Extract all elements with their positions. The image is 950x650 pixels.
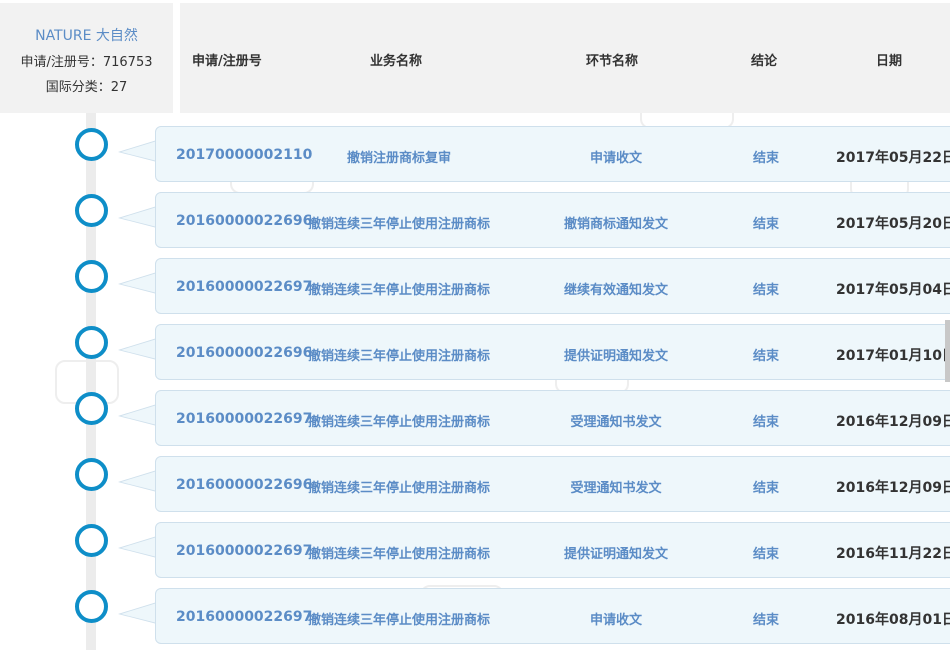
scrollbar-thumb[interactable] (945, 320, 950, 382)
record-step: 受理通知书发文 (570, 415, 662, 430)
record-step: 申请收文 (589, 613, 642, 628)
timeline-node-icon (75, 524, 108, 557)
table-header: 申请/注册号 业务名称 环节名称 结论 日期 (180, 3, 950, 113)
record-step: 撤销商标通知发文 (563, 217, 668, 232)
record-reg-number: 20160000022697 (176, 609, 313, 625)
record-step: 继续有效通知发文 (563, 283, 668, 298)
record-card[interactable]: 20160000022696 撤销连续三年停止使用注册商标 受理通知书发文 结束… (155, 456, 950, 512)
brand-name: NATURE 大自然 (35, 28, 138, 44)
column-header-date: 日期 (876, 54, 903, 69)
record-reg-number: 20160000022697 (176, 279, 313, 295)
record-result: 结束 (752, 151, 779, 166)
trademark-info-panel: NATURE 大自然 申请/注册号：716753 国际分类：27 (0, 3, 173, 113)
record-card[interactable]: 20160000022697 撤销连续三年停止使用注册商标 提供证明通知发文 结… (155, 522, 950, 578)
timeline-row: 20160000022697 撤销连续三年停止使用注册商标 申请收文 结束 20… (0, 588, 950, 644)
record-date: 2016年11月22日 (836, 546, 950, 562)
record-card[interactable]: 20160000022696 撤销连续三年停止使用注册商标 提供证明通知发文 结… (155, 324, 950, 380)
timeline-node-icon (75, 194, 108, 227)
timeline-row: 20160000022696 撤销连续三年停止使用注册商标 受理通知书发文 结束… (0, 456, 950, 512)
timeline-node-icon (75, 590, 108, 623)
timeline-row: 20160000022697 撤销连续三年停止使用注册商标 受理通知书发文 结束… (0, 390, 950, 446)
record-business: 撤销连续三年停止使用注册商标 (307, 283, 490, 298)
record-step: 提供证明通知发文 (563, 547, 668, 562)
timeline-row: 20160000022697 撤销连续三年停止使用注册商标 继续有效通知发文 结… (0, 258, 950, 314)
record-date: 2017年05月22日 (836, 150, 950, 166)
record-business: 撤销连续三年停止使用注册商标 (307, 217, 490, 232)
record-result: 结束 (752, 217, 779, 232)
column-header-step: 环节名称 (586, 54, 639, 69)
record-date: 2016年12月09日 (836, 414, 950, 430)
timeline-row: 20170000002110 撤销注册商标复审 申请收文 结束 2017年05月… (0, 126, 950, 182)
record-business: 撤销连续三年停止使用注册商标 (307, 415, 490, 430)
record-step: 受理通知书发文 (570, 481, 662, 496)
record-card[interactable]: 20160000022696 撤销连续三年停止使用注册商标 撤销商标通知发文 结… (155, 192, 950, 248)
record-reg-number: 20160000022696 (176, 345, 313, 361)
record-card[interactable]: 20160000022697 撤销连续三年停止使用注册商标 继续有效通知发文 结… (155, 258, 950, 314)
timeline-node-icon (75, 458, 108, 491)
record-business: 撤销连续三年停止使用注册商标 (307, 349, 490, 364)
record-card[interactable]: 20160000022697 撤销连续三年停止使用注册商标 申请收文 结束 20… (155, 588, 950, 644)
timeline-row: 20160000022697 撤销连续三年停止使用注册商标 提供证明通知发文 结… (0, 522, 950, 578)
timeline-row: 20160000022696 撤销连续三年停止使用注册商标 提供证明通知发文 结… (0, 324, 950, 380)
record-reg-number: 20160000022697 (176, 543, 313, 559)
timeline-node-icon (75, 128, 108, 161)
column-header-reg: 申请/注册号 (192, 54, 262, 69)
record-date: 2016年12月09日 (836, 480, 950, 496)
record-result: 结束 (752, 547, 779, 562)
record-business: 撤销连续三年停止使用注册商标 (307, 547, 490, 562)
record-date: 2016年08月01日 (836, 612, 950, 628)
record-card[interactable]: 20160000022697 撤销连续三年停止使用注册商标 受理通知书发文 结束… (155, 390, 950, 446)
record-reg-number: 20160000022696 (176, 213, 313, 229)
record-result: 结束 (752, 415, 779, 430)
record-step: 申请收文 (589, 151, 642, 166)
record-reg-number: 20160000022697 (176, 411, 313, 427)
record-result: 结束 (752, 481, 779, 496)
record-step: 提供证明通知发文 (563, 349, 668, 364)
record-date: 2017年05月20日 (836, 216, 950, 232)
record-card[interactable]: 20170000002110 撤销注册商标复审 申请收文 结束 2017年05月… (155, 126, 950, 182)
record-result: 结束 (752, 613, 779, 628)
column-header-result: 结论 (751, 54, 778, 69)
record-reg-number: 20160000022696 (176, 477, 313, 493)
timeline-node-icon (75, 326, 108, 359)
record-reg-number: 20170000002110 (176, 147, 313, 163)
record-result: 结束 (752, 349, 779, 364)
record-date: 2017年05月04日 (836, 282, 950, 298)
international-class: 国际分类：27 (45, 80, 128, 95)
column-header-business: 业务名称 (370, 54, 423, 69)
header-divider (173, 3, 180, 113)
record-business: 撤销注册商标复审 (346, 151, 451, 166)
timeline-node-icon (75, 260, 108, 293)
record-business: 撤销连续三年停止使用注册商标 (307, 481, 490, 496)
record-date: 2017年01月10日 (836, 348, 950, 364)
record-business: 撤销连续三年停止使用注册商标 (307, 613, 490, 628)
timeline-row: 20160000022696 撤销连续三年停止使用注册商标 撤销商标通知发文 结… (0, 192, 950, 248)
record-result: 结束 (752, 283, 779, 298)
registration-number: 申请/注册号：716753 (20, 55, 153, 70)
timeline-node-icon (75, 392, 108, 425)
